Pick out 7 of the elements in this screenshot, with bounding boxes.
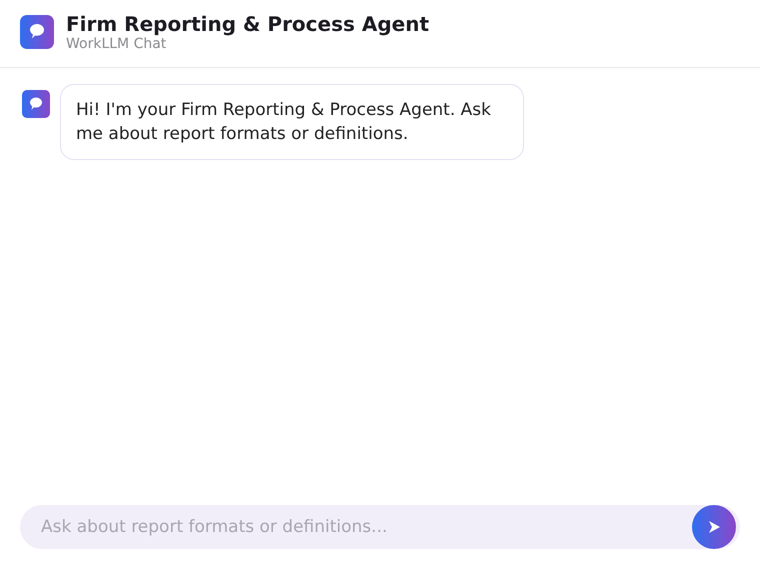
chat-bubble-icon	[20, 15, 54, 49]
agent-title: Firm Reporting & Process Agent	[66, 12, 430, 36]
message-bubble: Hi! I'm your Firm Reporting & Process Agent. Ask me about report formats or definitions.	[60, 84, 524, 160]
message-input[interactable]: Ask about report formats or definitions...	[20, 505, 740, 549]
chat-bubble-icon	[22, 90, 50, 118]
app-subtitle: WorkLLM Chat	[66, 36, 168, 52]
send-icon	[707, 520, 721, 534]
